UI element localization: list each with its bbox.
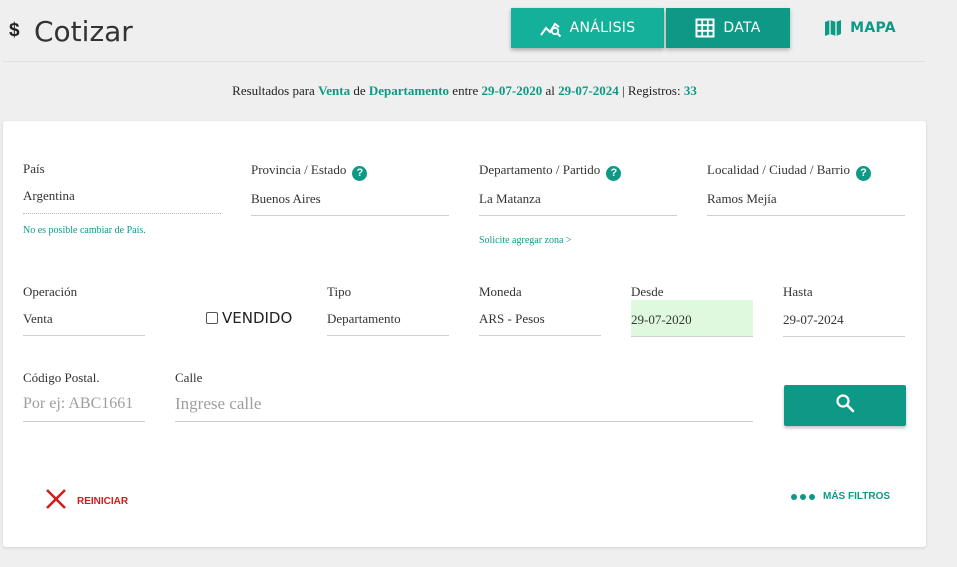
desde-label: Desde [631, 284, 664, 299]
help-icon[interactable]: ? [606, 166, 622, 181]
tipo-select[interactable]: Departamento [327, 311, 401, 327]
reset-label: REINICIAR [77, 496, 129, 507]
filter-card: País Argentina No es posible cambiar de … [3, 121, 926, 547]
hasta-label: Hasta [783, 284, 813, 299]
codigo-postal-underline [23, 421, 145, 422]
departamento-underline [479, 215, 677, 216]
results-to-date: 29-07-2024 [558, 83, 619, 98]
results-al: al [545, 83, 555, 98]
table-grid-icon [695, 18, 715, 38]
moneda-underline [479, 335, 601, 336]
pais-underline [23, 213, 221, 214]
page-title: Cotizar [34, 15, 133, 48]
localidad-underline [707, 215, 905, 216]
calle-underline [175, 421, 753, 422]
close-icon [45, 488, 67, 515]
tipo-label: Tipo [327, 284, 352, 299]
help-icon[interactable]: ? [352, 166, 368, 181]
help-icon[interactable]: ? [855, 166, 871, 181]
desde-value: 29-07-2020 [631, 312, 692, 327]
tab-data[interactable]: DATA [666, 8, 790, 48]
results-prefix: Resultados para [232, 83, 315, 98]
pais-label: País [23, 161, 45, 176]
header-divider [3, 61, 926, 62]
results-entre: entre [452, 83, 479, 98]
tab-analisis-label: ANÁLISIS [569, 20, 636, 36]
codigo-postal-label: Código Postal. [23, 370, 100, 385]
codigo-postal-input[interactable]: Por ej: ABC1661 [23, 395, 133, 413]
more-filters-button[interactable]: MÁS FILTROS [791, 491, 890, 502]
moneda-select[interactable]: ARS - Pesos [479, 311, 545, 327]
tab-analisis[interactable]: ANÁLISIS [511, 8, 664, 48]
map-icon [824, 19, 842, 37]
localidad-label: Localidad / Ciudad / Barrio? [707, 162, 871, 181]
results-count: 33 [683, 83, 697, 98]
provincia-underline [251, 215, 449, 216]
results-from-date: 29-07-2020 [481, 83, 543, 98]
dollar-icon: $ [9, 20, 20, 41]
checkbox-box[interactable] [206, 312, 218, 324]
results-operation: Venta [318, 83, 351, 98]
results-de: de [353, 83, 366, 98]
results-type: Departamento [368, 83, 450, 98]
search-button[interactable] [784, 385, 906, 426]
desde-underline [631, 336, 753, 337]
vendido-checkbox[interactable]: VENDIDO [206, 309, 292, 327]
pais-field: Argentina [23, 188, 75, 203]
results-summary: Resultados para Venta de Departamento en… [0, 83, 929, 99]
departamento-label: Departamento / Partido? [479, 162, 622, 181]
more-dots-icon [791, 493, 815, 500]
moneda-label: Moneda [479, 284, 522, 299]
operacion-select[interactable]: Venta [23, 311, 53, 327]
vendido-label: VENDIDO [222, 309, 293, 327]
pais-note: No es posible cambiar de País. [23, 225, 146, 236]
solicite-agregar-zona-link[interactable]: Solicite agregar zona > [479, 235, 572, 246]
reset-button[interactable]: REINICIAR [45, 488, 128, 515]
departamento-select[interactable]: La Matanza [479, 191, 541, 207]
results-registros-label: | Registros: [622, 83, 681, 98]
tipo-underline [327, 335, 449, 336]
localidad-select[interactable]: Ramos Mejía [707, 191, 777, 207]
tab-mapa[interactable]: MAPA [820, 8, 900, 48]
header: $ Cotizar ANÁLISIS DATA MAPA [0, 0, 957, 62]
tab-data-label: DATA [723, 20, 761, 36]
provincia-select[interactable]: Buenos Aires [251, 191, 321, 207]
tab-mapa-label: MAPA [850, 20, 896, 36]
search-icon [835, 393, 855, 418]
calle-label: Calle [175, 370, 203, 385]
calle-input[interactable]: Ingrese calle [175, 394, 261, 414]
hasta-date-input[interactable]: 29-07-2024 [783, 312, 844, 328]
hasta-underline [783, 336, 905, 337]
operacion-underline [23, 335, 145, 336]
operacion-label: Operación [23, 284, 78, 299]
chart-search-icon [539, 18, 562, 38]
provincia-label: Provincia / Estado? [251, 162, 368, 181]
more-filters-label: MÁS FILTROS [823, 491, 891, 502]
